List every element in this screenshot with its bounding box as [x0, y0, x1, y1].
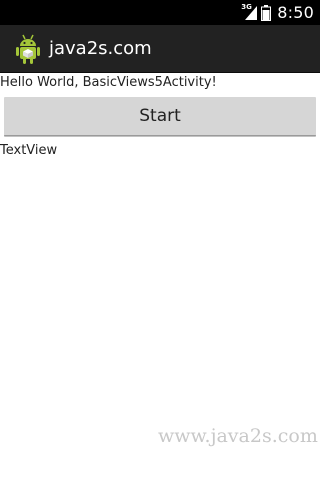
android-robot-icon[interactable]: [14, 33, 42, 65]
battery-icon: [261, 4, 272, 21]
network-indicator: 3G: [241, 3, 258, 21]
text-view: TextView: [0, 143, 58, 158]
watermark: www.java2s.com: [158, 425, 318, 447]
app-title: java2s.com: [49, 38, 152, 59]
signal-icon: [245, 5, 258, 20]
status-icons: 3G 8:50: [241, 0, 314, 25]
status-bar: 3G 8:50: [0, 0, 320, 25]
start-button[interactable]: Start: [4, 97, 316, 136]
status-clock: 8:50: [277, 3, 314, 22]
action-bar: java2s.com: [0, 25, 320, 73]
hello-text: Hello World, BasicViews5Activity!: [0, 75, 217, 90]
